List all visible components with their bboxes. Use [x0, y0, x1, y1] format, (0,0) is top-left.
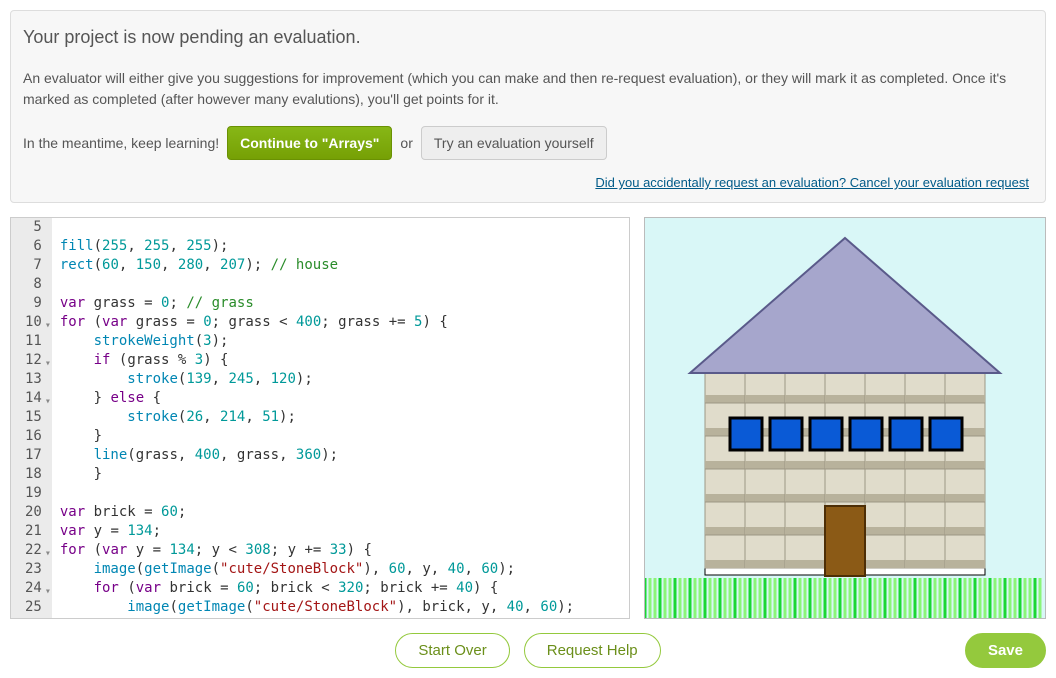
code-line[interactable]: var grass = 0; // grass	[60, 294, 574, 313]
line-number: 13	[25, 370, 42, 389]
line-number: 24	[25, 579, 42, 598]
line-number: 6	[25, 237, 42, 256]
line-number: 16	[25, 427, 42, 446]
line-number: 14	[25, 389, 42, 408]
code-line[interactable]: for (var y = 134; y < 308; y += 33) {	[60, 541, 574, 560]
code-line[interactable]: image(getImage("cute/StoneBlock"), 60, y…	[60, 560, 574, 579]
evaluation-banner: Your project is now pending an evaluatio…	[10, 10, 1046, 203]
code-line[interactable]: for (var brick = 60; brick < 320; brick …	[60, 579, 574, 598]
code-line[interactable]: fill(255, 255, 255);	[60, 237, 574, 256]
line-number: 23	[25, 560, 42, 579]
code-line[interactable]: strokeWeight(3);	[60, 332, 574, 351]
code-line[interactable]	[60, 275, 574, 294]
save-button[interactable]: Save	[965, 633, 1046, 668]
code-line[interactable]: if (grass % 3) {	[60, 351, 574, 370]
cancel-evaluation-link[interactable]: Did you accidentally request an evaluati…	[595, 175, 1029, 190]
line-number: 9	[25, 294, 42, 313]
banner-or: or	[400, 135, 412, 151]
line-gutter: 5678910111213141516171819202122232425	[11, 218, 52, 618]
code-line[interactable]: image(getImage("cute/StoneBlock"), brick…	[60, 598, 574, 617]
continue-button[interactable]: Continue to "Arrays"	[227, 126, 392, 160]
line-number: 11	[25, 332, 42, 351]
code-line[interactable]: rect(60, 150, 280, 207); // house	[60, 256, 574, 275]
line-number: 5	[25, 218, 42, 237]
line-number: 18	[25, 465, 42, 484]
start-over-button[interactable]: Start Over	[395, 633, 509, 668]
code-line[interactable]	[60, 218, 574, 237]
line-number: 7	[25, 256, 42, 275]
line-number: 25	[25, 598, 42, 617]
bottom-bar: Start Over Request Help Save	[10, 633, 1046, 668]
code-line[interactable]: stroke(139, 245, 120);	[60, 370, 574, 389]
line-number: 8	[25, 275, 42, 294]
code-line[interactable]	[60, 484, 574, 503]
code-line[interactable]: }	[60, 427, 574, 446]
code-line[interactable]: stroke(26, 214, 51);	[60, 408, 574, 427]
banner-actions: In the meantime, keep learning! Continue…	[23, 126, 1029, 160]
try-evaluation-button[interactable]: Try an evaluation yourself	[421, 126, 607, 160]
line-number: 15	[25, 408, 42, 427]
line-number: 20	[25, 503, 42, 522]
line-number: 10	[25, 313, 42, 332]
banner-text: An evaluator will either give you sugges…	[23, 68, 1029, 110]
line-number: 19	[25, 484, 42, 503]
code-line[interactable]: line(grass, 400, grass, 360);	[60, 446, 574, 465]
banner-meantime: In the meantime, keep learning!	[23, 135, 219, 151]
line-number: 22	[25, 541, 42, 560]
line-number: 12	[25, 351, 42, 370]
code-line[interactable]: var brick = 60;	[60, 503, 574, 522]
workspace: 5678910111213141516171819202122232425 fi…	[10, 217, 1046, 619]
code-line[interactable]: var y = 134;	[60, 522, 574, 541]
output-canvas	[644, 217, 1046, 619]
code-editor[interactable]: 5678910111213141516171819202122232425 fi…	[10, 217, 630, 619]
code-line[interactable]: }	[60, 465, 574, 484]
line-number: 21	[25, 522, 42, 541]
line-number: 17	[25, 446, 42, 465]
code-line[interactable]: } else {	[60, 389, 574, 408]
code-content[interactable]: fill(255, 255, 255);rect(60, 150, 280, 2…	[52, 218, 582, 618]
request-help-button[interactable]: Request Help	[524, 633, 661, 668]
code-line[interactable]: for (var grass = 0; grass < 400; grass +…	[60, 313, 574, 332]
banner-title: Your project is now pending an evaluatio…	[23, 27, 1029, 48]
